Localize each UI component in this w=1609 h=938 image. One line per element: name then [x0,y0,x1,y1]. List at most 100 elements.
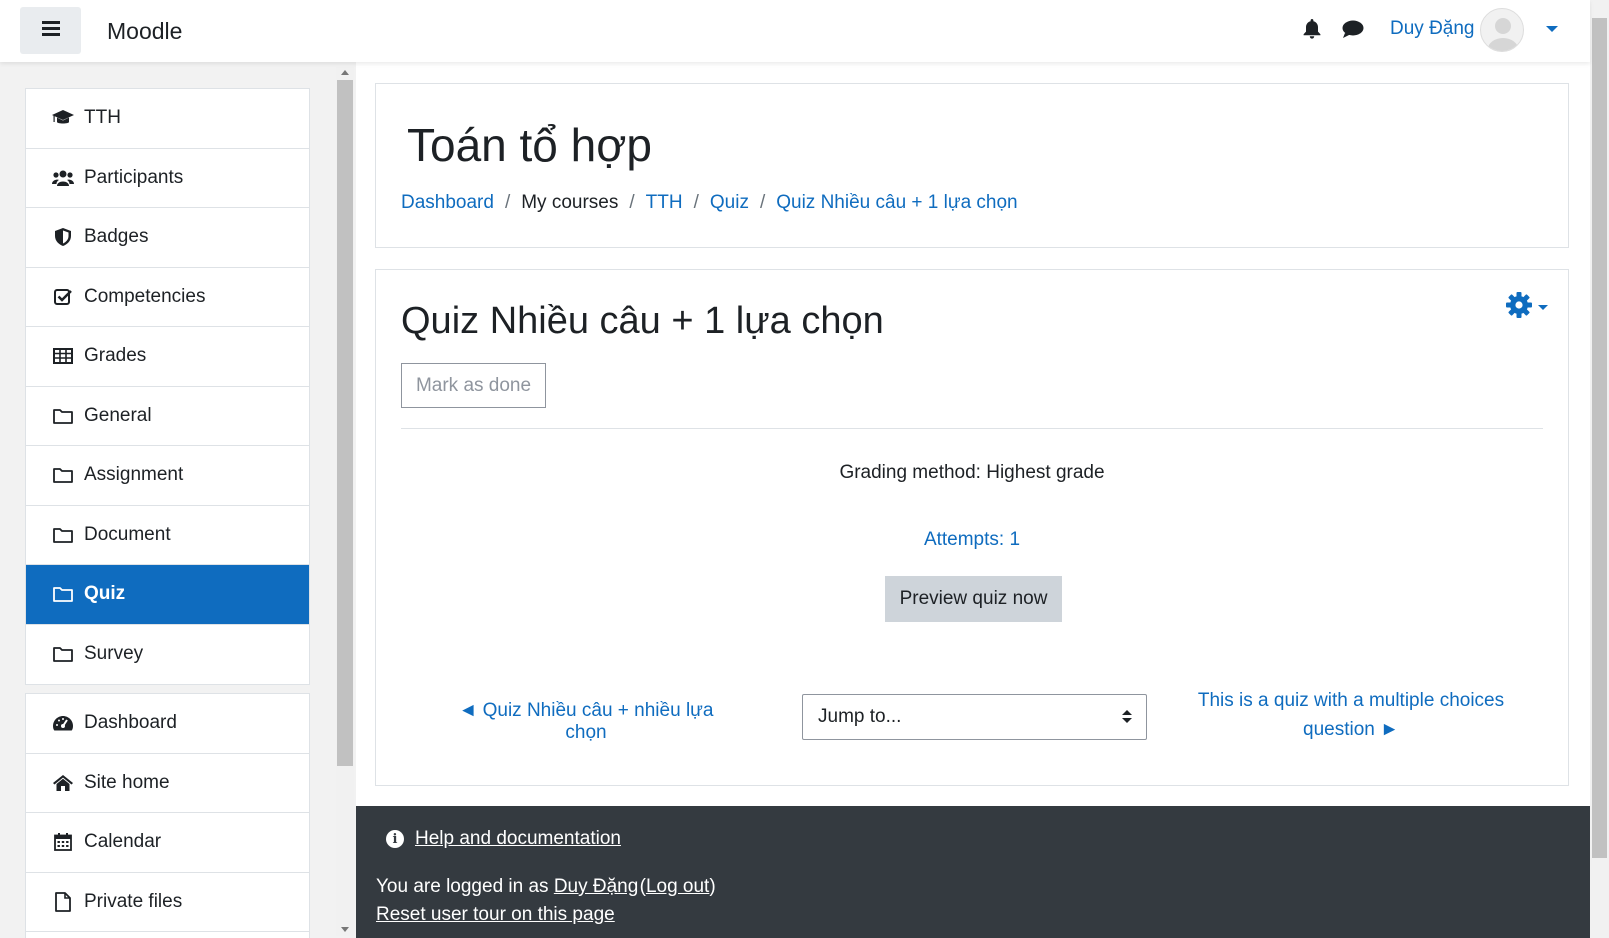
drawer-item-grades[interactable]: Grades [26,327,309,387]
shield-icon [52,226,74,248]
folder-icon [52,524,74,546]
drawer-item-label: Quiz [84,583,126,605]
drawer-item-label: Document [84,523,171,545]
select-arrows-icon [1122,710,1132,723]
drawer-item-label: Dashboard [84,712,177,734]
drawer-item-participants[interactable]: Participants [26,149,309,208]
drawer-scrollbar[interactable] [336,66,354,936]
bell-icon [1303,18,1321,44]
breadcrumb-section[interactable]: Quiz [710,192,749,214]
table-icon [52,345,74,367]
calendar-icon [52,831,74,853]
caret-down-icon [1538,304,1548,310]
gear-icon [1505,291,1533,324]
drawer-item-partial[interactable] [26,932,309,938]
logout-link[interactable]: Log out [646,876,709,897]
home-icon [52,772,74,794]
graduation-cap-icon [52,107,74,129]
page-title: Toán tổ hợp [407,119,653,171]
breadcrumb-course[interactable]: TTH [646,192,683,214]
drawer-item-general[interactable]: General [26,387,309,446]
drawer-item-label: TTH [84,107,121,129]
drawer-item-label: Grades [84,345,147,367]
next-activity-link[interactable]: This is a quiz with a multiple choices q… [1191,686,1511,744]
drawer-item-site-home[interactable]: Site home [26,754,309,813]
notifications-button[interactable] [1301,18,1323,44]
drawer-toggle-button[interactable] [20,7,81,54]
preview-quiz-button[interactable]: Preview quiz now [885,576,1062,622]
drawer-item-label: Private files [84,890,183,912]
logged-in-info: You are logged in as Duy Đặng (Log out) [376,876,716,898]
avatar[interactable] [1480,8,1524,52]
folder-icon [52,643,74,665]
footer-user-link[interactable]: Duy Đặng [554,876,639,897]
drawer-item-calendar[interactable]: Calendar [26,813,309,873]
hamburger-icon [41,20,60,41]
folder-icon [52,405,74,427]
course-nav-list: TTH Participants Badges Competencies Gra… [25,88,310,685]
attempts-link-anchor[interactable]: Attempts: 1 [924,529,1020,550]
site-nav-list: Dashboard Site home Calendar Private fil… [25,693,310,938]
grading-method-text: Grading method: Highest grade [839,462,1105,483]
drawer-item-document[interactable]: Document [26,506,309,565]
page-scrollbar[interactable] [1590,0,1609,938]
drawer-item-assignment[interactable]: Assignment [26,446,309,506]
user-menu-caret-icon[interactable] [1546,26,1558,32]
drawer-item-private-files[interactable]: Private files [26,873,309,932]
tachometer-icon [52,712,74,734]
folder-icon [52,583,74,605]
nav-drawer: TTH Participants Badges Competencies Gra… [0,62,356,938]
paren-close: ) [709,876,716,897]
drawer-item-badges[interactable]: Badges [26,208,309,268]
help-row: i Help and documentation [386,828,621,850]
breadcrumb-dashboard[interactable]: Dashboard [401,192,494,214]
user-menu-name[interactable]: Duy Đặng [1390,18,1475,40]
help-documentation-link[interactable]: Help and documentation [415,828,621,850]
divider [401,428,1543,429]
breadcrumb-separator: / [504,192,511,213]
drawer-item-label: Calendar [84,831,162,853]
mark-as-done-button[interactable]: Mark as done [401,363,546,408]
drawer-item-tth[interactable]: TTH [26,89,309,149]
drawer-item-label: Competencies [84,285,206,307]
page-scrollbar-thumb[interactable] [1592,18,1607,858]
breadcrumb-separator: / [693,192,699,213]
check-square-icon [52,286,74,308]
reset-tour-row: Reset user tour on this page [376,904,615,926]
jump-to-selected-value: Jump to... [818,706,902,727]
users-icon [52,167,74,189]
reset-tour-link[interactable]: Reset user tour on this page [376,904,615,925]
messages-button[interactable] [1342,20,1364,42]
activity-content: Quiz Nhiều câu + 1 lựa chọn Mark as done… [375,269,1569,786]
file-icon [52,891,74,913]
breadcrumb-separator: / [629,192,635,213]
previous-activity-link[interactable]: ◄ Quiz Nhiều câu + nhiều lựa chọn [436,700,736,744]
drawer-item-label: Badges [84,226,149,248]
drawer-item-label: Site home [84,771,170,793]
actions-menu-button[interactable] [1505,291,1555,324]
drawer-item-survey[interactable]: Survey [26,625,309,685]
activity-title: Quiz Nhiều câu + 1 lựa chọn [401,300,884,342]
site-brand[interactable]: Moodle [107,18,182,45]
top-navbar: Moodle Duy Đặng [0,0,1590,62]
page-footer: i Help and documentation You are logged … [356,806,1590,938]
page-header: Toán tổ hợp Dashboard / My courses / TTH… [375,83,1569,248]
drawer-scrollbar-thumb[interactable] [337,80,353,766]
breadcrumb: Dashboard / My courses / TTH / Quiz / Qu… [401,192,1018,214]
scroll-up-arrow-icon[interactable] [341,70,349,75]
chat-bubble-icon [1342,20,1364,43]
drawer-item-dashboard[interactable]: Dashboard [26,694,309,754]
drawer-item-label: Survey [84,643,144,665]
drawer-item-label: Assignment [84,464,184,486]
breadcrumb-my-courses: My courses [521,192,619,213]
drawer-item-label: Participants [84,166,184,188]
info-icon: i [386,830,404,848]
breadcrumb-activity[interactable]: Quiz Nhiều câu + 1 lựa chọn [776,192,1017,214]
drawer-item-label: General [84,404,152,426]
folder-icon [52,464,74,486]
jump-to-select[interactable]: Jump to... [802,694,1147,740]
scroll-down-arrow-icon[interactable] [341,927,349,932]
drawer-item-quiz[interactable]: Quiz [26,565,309,625]
drawer-item-competencies[interactable]: Competencies [26,268,309,327]
logged-in-prefix: You are logged in as [376,876,554,897]
